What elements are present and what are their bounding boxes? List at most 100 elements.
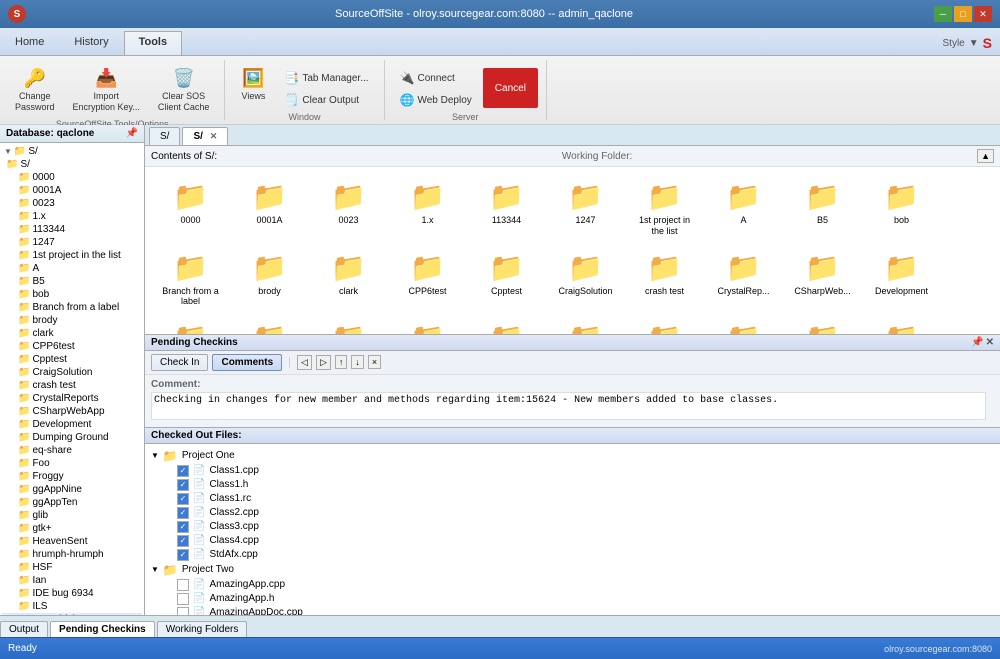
bottom-tab-working-folders[interactable]: Working Folders: [157, 621, 248, 637]
pin-button[interactable]: 📌: [971, 337, 983, 348]
tab-history[interactable]: History: [59, 31, 123, 55]
sidebar-item-HSF[interactable]: 📁HSF: [2, 561, 142, 574]
sidebar-item-B5[interactable]: 📁B5: [2, 275, 142, 288]
folder-item-7[interactable]: 📁A: [706, 175, 781, 242]
checkbox-1-2[interactable]: [177, 607, 189, 616]
file-item-0-0[interactable]: ✓📄Class1.cpp: [149, 464, 996, 478]
expand-proj-0[interactable]: ▼: [151, 451, 159, 460]
pending-btn-1[interactable]: ◁: [297, 355, 312, 370]
checkbox-0-3[interactable]: ✓: [177, 507, 189, 519]
close-button[interactable]: ✕: [974, 6, 992, 22]
connect-button[interactable]: 🔌 Connect: [393, 68, 479, 88]
sidebar-item-bob[interactable]: 📁bob: [2, 288, 142, 301]
folder-item-13[interactable]: 📁CPP6test: [390, 246, 465, 313]
folder-item-21[interactable]: 📁eq-share: [232, 316, 307, 333]
sidebar-item-A[interactable]: 📁A: [2, 262, 142, 275]
sidebar-item-Cpptest[interactable]: 📁Cpptest: [2, 353, 142, 366]
sidebar-item-1247[interactable]: 📁1247: [2, 236, 142, 249]
maximize-button[interactable]: □: [954, 6, 972, 22]
minimize-button[interactable]: ─: [934, 6, 952, 22]
sidebar-item-0001A[interactable]: 📁0001A: [2, 184, 142, 197]
web-deploy-button[interactable]: 🌐 Web Deploy: [393, 90, 479, 110]
sidebar-item-ILS[interactable]: 📁ILS: [2, 600, 142, 613]
folder-item-0[interactable]: 📁0000: [153, 175, 228, 242]
folder-item-23[interactable]: 📁Froggy: [390, 316, 465, 333]
tree-item-root[interactable]: ▼ 📁 S/: [2, 145, 142, 158]
clear-sos-button[interactable]: 🗑️ Clear SOSClient Cache: [151, 64, 217, 117]
expand-proj-1[interactable]: ▼: [151, 565, 159, 574]
folder-item-22[interactable]: 📁Foo: [311, 316, 386, 333]
content-tab-s[interactable]: S/: [149, 127, 180, 145]
cancel-button[interactable]: Cancel: [483, 68, 538, 108]
bottom-tab-output[interactable]: Output: [0, 621, 48, 637]
checkbox-0-0[interactable]: ✓: [177, 465, 189, 477]
folder-item-20[interactable]: 📁Dumping Ground: [153, 316, 228, 333]
sidebar-item-CraigSolution[interactable]: 📁CraigSolution: [2, 366, 142, 379]
folder-item-8[interactable]: 📁B5: [785, 175, 860, 242]
folder-item-26[interactable]: 📁glib: [627, 316, 702, 333]
sidebar-item-crash-test[interactable]: 📁crash test: [2, 379, 142, 392]
sidebar-item-CrystalReports[interactable]: 📁CrystalReports: [2, 392, 142, 405]
content-tab-active[interactable]: S/ ✕: [182, 127, 228, 145]
bottom-tab-pending[interactable]: Pending Checkins: [50, 621, 155, 637]
checkbox-0-2[interactable]: ✓: [177, 493, 189, 505]
sidebar-item-brody[interactable]: 📁brody: [2, 314, 142, 327]
sidebar-item-ggAppTen[interactable]: 📁ggAppTen: [2, 496, 142, 509]
change-password-button[interactable]: 🔑 ChangePassword: [8, 64, 62, 117]
tab-close-icon[interactable]: ✕: [210, 131, 218, 141]
comment-input[interactable]: [151, 392, 986, 420]
folder-item-14[interactable]: 📁Cpptest: [469, 246, 544, 313]
folder-item-6[interactable]: 📁1st project in the list: [627, 175, 702, 242]
pending-btn-4[interactable]: ↓: [351, 355, 364, 369]
folder-item-1[interactable]: 📁0001A: [232, 175, 307, 242]
file-item-0-3[interactable]: ✓📄Class2.cpp: [149, 506, 996, 520]
project-item-1[interactable]: ▼📁Project Two: [149, 562, 996, 578]
pending-btn-2[interactable]: ▷: [316, 355, 331, 370]
sidebar-item-DumpingGround[interactable]: 📁Dumping Ground: [2, 431, 142, 444]
sidebar-item-Development[interactable]: 📁Development: [2, 418, 142, 431]
views-button[interactable]: 🖼️ Views: [233, 64, 273, 105]
pending-btn-3[interactable]: ↑: [335, 355, 348, 369]
checkbox-1-0[interactable]: [177, 579, 189, 591]
file-item-0-4[interactable]: ✓📄Class3.cpp: [149, 520, 996, 534]
folder-item-25[interactable]: 📁ggAppTen: [548, 316, 623, 333]
folder-item-19[interactable]: 📁Development: [864, 246, 939, 313]
file-item-0-6[interactable]: ✓📄StdAfx.cpp: [149, 548, 996, 562]
folder-item-5[interactable]: 📁1247: [548, 175, 623, 242]
sidebar-item-0023[interactable]: 📁0023: [2, 197, 142, 210]
sidebar-item-HeavenSent[interactable]: 📁HeavenSent: [2, 535, 142, 548]
style-dropdown-icon[interactable]: ▼: [969, 38, 979, 49]
sidebar-item-branch-from-label[interactable]: 📁Branch from a label: [2, 301, 142, 314]
checkbox-0-6[interactable]: ✓: [177, 549, 189, 561]
folder-item-18[interactable]: 📁CSharpWeb...: [785, 246, 860, 313]
sidebar-item-Ian[interactable]: 📁Ian: [2, 574, 142, 587]
expand-icon[interactable]: ▼: [4, 147, 12, 156]
folder-item-27[interactable]: 📁gtk+: [706, 316, 781, 333]
folder-item-16[interactable]: 📁crash test: [627, 246, 702, 313]
sidebar-item-113344[interactable]: 📁113344: [2, 223, 142, 236]
sidebar-item-0000[interactable]: 📁0000: [2, 171, 142, 184]
folder-item-2[interactable]: 📁0023: [311, 175, 386, 242]
folder-item-10[interactable]: 📁Branch from a label: [153, 246, 228, 313]
sidebar-pin[interactable]: 📌: [126, 128, 138, 139]
sidebar-item-gtk[interactable]: 📁gtk+: [2, 522, 142, 535]
folder-item-17[interactable]: 📁CrystalRep...: [706, 246, 781, 313]
checkin-button[interactable]: Check In: [151, 354, 208, 371]
checkbox-1-1[interactable]: [177, 593, 189, 605]
comments-button[interactable]: Comments: [212, 354, 282, 371]
pending-btn-5[interactable]: ×: [368, 355, 381, 369]
folder-item-15[interactable]: 📁CraigSolution: [548, 246, 623, 313]
sidebar-item-IDE-bug[interactable]: 📁IDE bug 6934: [2, 587, 142, 600]
file-item-0-1[interactable]: ✓📄Class1.h: [149, 478, 996, 492]
project-item-0[interactable]: ▼📁Project One: [149, 448, 996, 464]
file-item-0-5[interactable]: ✓📄Class4.cpp: [149, 534, 996, 548]
checkbox-0-4[interactable]: ✓: [177, 521, 189, 533]
tab-home[interactable]: Home: [0, 31, 59, 55]
checkbox-0-1[interactable]: ✓: [177, 479, 189, 491]
file-item-1-1[interactable]: 📄AmazingApp.h: [149, 592, 996, 606]
tab-manager-button[interactable]: 📑 Tab Manager...: [277, 68, 375, 88]
checkbox-0-5[interactable]: ✓: [177, 535, 189, 547]
sidebar-item-eq-share[interactable]: 📁eq-share: [2, 444, 142, 457]
sidebar-item-IronChicken[interactable]: 📁Iron Chicken: [2, 613, 142, 615]
scroll-up-btn[interactable]: ▲: [977, 149, 994, 163]
